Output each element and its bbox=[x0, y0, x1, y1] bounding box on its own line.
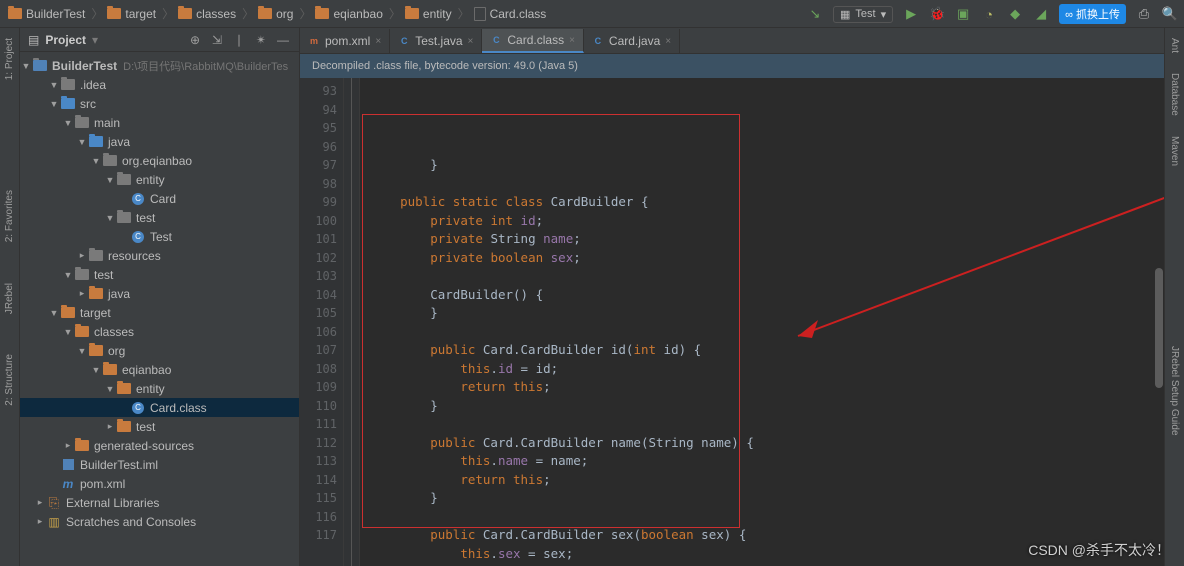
breadcrumb-bar: BuilderTest〉target〉classes〉org〉eqianbao〉… bbox=[0, 0, 1184, 28]
run-config[interactable]: ▦ Test ▾ bbox=[833, 6, 893, 23]
expand-icon[interactable]: ⇲ bbox=[209, 33, 225, 47]
tree-item[interactable]: ▼org bbox=[20, 341, 299, 360]
tree-item[interactable]: mpom.xml bbox=[20, 474, 299, 493]
editor-area: mpom.xml×CTest.java×CCard.class×CCard.ja… bbox=[300, 28, 1164, 566]
tree-item[interactable]: BuilderTest.iml bbox=[20, 455, 299, 474]
tree-item[interactable]: ▼java bbox=[20, 132, 299, 151]
gear-icon[interactable]: ✴ bbox=[253, 33, 269, 47]
hide-icon[interactable]: — bbox=[275, 33, 291, 47]
tree-item[interactable]: CCard.class bbox=[20, 398, 299, 417]
tool-jrebel[interactable]: JRebel bbox=[4, 283, 15, 314]
tree-item[interactable]: CCard bbox=[20, 189, 299, 208]
fold-column[interactable] bbox=[344, 78, 360, 566]
tree-item[interactable]: ▸⎘External Libraries bbox=[20, 493, 299, 512]
close-icon[interactable]: × bbox=[468, 36, 474, 47]
breadcrumb-item[interactable]: target bbox=[107, 7, 156, 21]
decompiled-banner: Decompiled .class file, bytecode version… bbox=[300, 54, 1164, 78]
run-icon[interactable]: ▶ bbox=[903, 6, 919, 22]
editor-tabs: mpom.xml×CTest.java×CCard.class×CCard.ja… bbox=[300, 28, 1164, 54]
editor-tab[interactable]: mpom.xml× bbox=[300, 29, 390, 53]
search-icon[interactable]: 🔍 bbox=[1162, 6, 1178, 22]
right-tool-strip: Ant Database Maven JRebel Setup Guide bbox=[1164, 28, 1184, 566]
coverage-icon[interactable]: ▣ bbox=[955, 6, 971, 22]
code-content[interactable]: } public static class CardBuilder { priv… bbox=[360, 78, 1164, 566]
tree-root[interactable]: ▼BuilderTestD:\项目代码\RabbitMQ\BuilderTes bbox=[20, 56, 299, 75]
close-icon[interactable]: × bbox=[569, 35, 575, 46]
left-tool-strip: 1: Project 2: Favorites JRebel 2: Struct… bbox=[0, 28, 20, 566]
upload-button[interactable]: ∞ 抓换上传 bbox=[1059, 4, 1126, 24]
tree-item[interactable]: ▼target bbox=[20, 303, 299, 322]
tree-item[interactable]: ▸▥Scratches and Consoles bbox=[20, 512, 299, 531]
tree-item[interactable]: ▸test bbox=[20, 417, 299, 436]
project-panel: ▤Project▾ ⊕ ⇲ ∣ ✴ — ▼BuilderTestD:\项目代码\… bbox=[20, 28, 300, 566]
stop-icon[interactable]: ◆ bbox=[1007, 6, 1023, 22]
tool-maven[interactable]: Maven bbox=[1169, 136, 1180, 166]
breadcrumb[interactable]: BuilderTest〉target〉classes〉org〉eqianbao〉… bbox=[8, 5, 548, 22]
tree-item[interactable]: ▸generated-sources bbox=[20, 436, 299, 455]
tree-item[interactable]: ▼classes bbox=[20, 322, 299, 341]
tree-item[interactable]: CTest bbox=[20, 227, 299, 246]
build-icon[interactable]: ↘ bbox=[807, 6, 823, 22]
tree-item[interactable]: ▼test bbox=[20, 208, 299, 227]
rocket-icon[interactable]: ◢ bbox=[1033, 6, 1049, 22]
tree-item[interactable]: ▼entity bbox=[20, 379, 299, 398]
debug-icon[interactable]: 🐞 bbox=[929, 6, 945, 22]
tree-item[interactable]: ▼entity bbox=[20, 170, 299, 189]
tree-item[interactable]: ▼main bbox=[20, 113, 299, 132]
breadcrumb-item[interactable]: entity bbox=[405, 7, 452, 21]
project-tree[interactable]: ▼BuilderTestD:\项目代码\RabbitMQ\BuilderTes▼… bbox=[20, 52, 299, 566]
project-header: ▤Project▾ ⊕ ⇲ ∣ ✴ — bbox=[20, 28, 299, 52]
tool-favorites[interactable]: 2: Favorites bbox=[4, 190, 15, 242]
breadcrumb-item[interactable]: classes bbox=[178, 7, 236, 21]
locate-icon[interactable]: ⊕ bbox=[187, 33, 203, 47]
code-view[interactable]: 9394959697989910010110210310410510610710… bbox=[300, 78, 1164, 566]
tool-ant[interactable]: Ant bbox=[1169, 38, 1180, 53]
editor-tab[interactable]: CCard.class× bbox=[482, 29, 584, 53]
close-icon[interactable]: × bbox=[665, 36, 671, 47]
tool-jrebel-setup[interactable]: JRebel Setup Guide bbox=[1169, 346, 1180, 436]
tree-item[interactable]: ▼eqianbao bbox=[20, 360, 299, 379]
breadcrumb-item[interactable]: BuilderTest bbox=[8, 7, 85, 21]
editor-tab[interactable]: CCard.java× bbox=[584, 29, 680, 53]
scrollbar-thumb[interactable] bbox=[1155, 268, 1163, 388]
tree-item[interactable]: ▼src bbox=[20, 94, 299, 113]
gutter: 9394959697989910010110210310410510610710… bbox=[300, 78, 344, 566]
breadcrumb-item[interactable]: org bbox=[258, 7, 293, 21]
tree-item[interactable]: ▸resources bbox=[20, 246, 299, 265]
profile-icon[interactable]: ◔ bbox=[981, 6, 997, 22]
breadcrumb-item[interactable]: Card.class bbox=[474, 7, 547, 21]
tree-item[interactable]: ▼.idea bbox=[20, 75, 299, 94]
tree-item[interactable]: ▸java bbox=[20, 284, 299, 303]
project-title: Project bbox=[45, 33, 86, 47]
breadcrumb-item[interactable]: eqianbao bbox=[315, 7, 382, 21]
tool-structure[interactable]: 2: Structure bbox=[4, 354, 15, 406]
git-icon[interactable]: ⎙ bbox=[1136, 6, 1152, 22]
toolbar-right: ↘ ▦ Test ▾ ▶ 🐞 ▣ ◔ ◆ ◢ ∞ 抓换上传 ⎙ 🔍 bbox=[807, 0, 1178, 28]
collapse-icon[interactable]: ∣ bbox=[231, 33, 247, 47]
close-icon[interactable]: × bbox=[375, 36, 381, 47]
tool-database[interactable]: Database bbox=[1169, 73, 1180, 116]
tool-project[interactable]: 1: Project bbox=[4, 38, 15, 80]
tree-item[interactable]: ▼test bbox=[20, 265, 299, 284]
editor-tab[interactable]: CTest.java× bbox=[390, 29, 482, 53]
tree-item[interactable]: ▼org.eqianbao bbox=[20, 151, 299, 170]
